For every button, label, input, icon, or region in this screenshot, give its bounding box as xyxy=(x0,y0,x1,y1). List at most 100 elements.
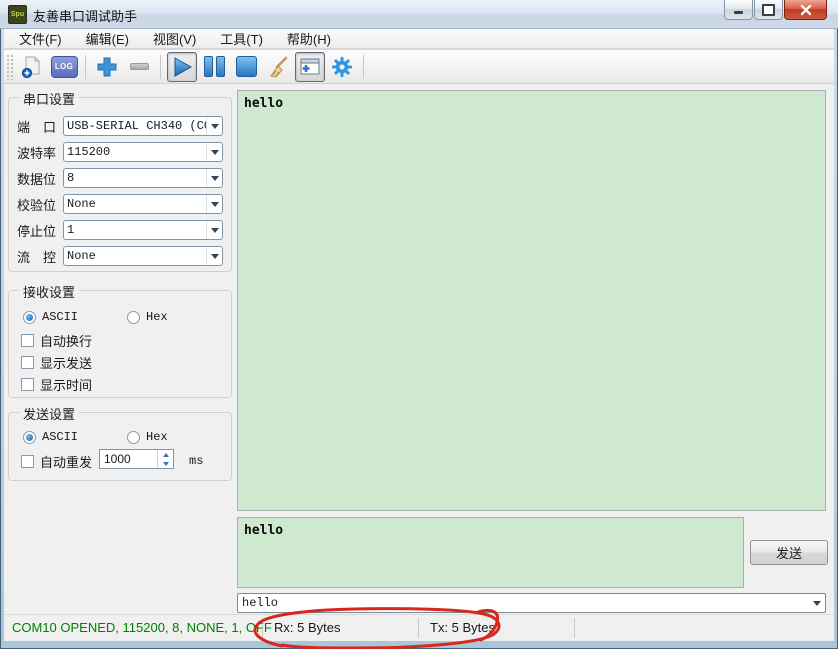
new-session-button[interactable] xyxy=(17,52,47,82)
stop-icon xyxy=(236,56,257,77)
pause-icon xyxy=(204,56,225,77)
stepper-buttons[interactable] xyxy=(157,450,173,468)
panel-plus-icon xyxy=(299,57,321,77)
status-divider xyxy=(418,618,419,638)
play-icon xyxy=(171,56,193,78)
chevron-down-icon[interactable] xyxy=(206,143,222,161)
receive-settings-group: 接收设置 ASCII Hex 自动换行 显示发送 显示时间 xyxy=(8,290,232,398)
menu-tools[interactable]: 工具(T) xyxy=(211,28,272,49)
maximize-icon xyxy=(762,4,775,16)
menu-edit[interactable]: 编辑(E) xyxy=(77,28,138,49)
toggle-panel-button[interactable] xyxy=(295,52,325,82)
gear-icon xyxy=(331,56,353,78)
settings-button[interactable] xyxy=(327,52,357,82)
auto-newline-checkbox[interactable] xyxy=(21,334,34,347)
show-send-label: 显示发送 xyxy=(40,353,92,372)
rx-hex-radio[interactable] xyxy=(127,311,140,324)
connection-status: COM10 OPENED, 115200, 8, NONE, 1, OFF xyxy=(12,620,272,635)
close-icon xyxy=(800,4,812,16)
toolbar-separator xyxy=(160,55,161,79)
receive-terminal[interactable]: hello xyxy=(237,90,826,511)
port-select[interactable]: USB-SERIAL CH340 (COM10 xyxy=(63,116,223,136)
step-up-icon[interactable] xyxy=(158,450,173,459)
tx-bytes-status: Tx: 5 Bytes xyxy=(430,620,495,635)
serial-settings-group: 串口设置 端 口 USB-SERIAL CH340 (COM10 波特率 115… xyxy=(8,97,232,272)
broom-icon xyxy=(266,55,290,79)
auto-newline-label: 自动换行 xyxy=(40,331,92,350)
auto-resend-checkbox[interactable] xyxy=(21,455,34,468)
rx-ascii-label: ASCII xyxy=(42,310,78,324)
app-icon: Spu xyxy=(8,5,27,24)
stop-button[interactable] xyxy=(231,52,261,82)
send-settings-title: 发送设置 xyxy=(19,404,79,423)
start-button[interactable] xyxy=(167,52,197,82)
receive-text: hello xyxy=(244,96,283,111)
pause-button[interactable] xyxy=(199,52,229,82)
chevron-down-icon[interactable] xyxy=(206,169,222,187)
stopbits-label: 停止位 xyxy=(17,221,63,240)
client-area: 串口设置 端 口 USB-SERIAL CH340 (COM10 波特率 115… xyxy=(4,84,834,641)
baudrate-label: 波特率 xyxy=(17,143,63,162)
remove-button[interactable] xyxy=(124,52,154,82)
clear-button[interactable] xyxy=(263,52,293,82)
send-text: hello xyxy=(244,523,283,538)
status-divider xyxy=(574,618,575,638)
tx-hex-radio[interactable] xyxy=(127,431,140,444)
plus-icon xyxy=(96,56,118,78)
ms-unit-label: ms xyxy=(189,454,203,468)
menu-help[interactable]: 帮助(H) xyxy=(278,28,340,49)
status-bar: COM10 OPENED, 115200, 8, NONE, 1, OFF Rx… xyxy=(4,614,834,641)
close-button[interactable] xyxy=(784,0,827,20)
flowcontrol-label: 流 控 xyxy=(17,247,63,266)
send-history-value[interactable]: hello xyxy=(238,596,809,610)
send-button[interactable]: 发送 xyxy=(750,540,828,565)
resend-interval-value[interactable]: 1000 xyxy=(100,450,157,468)
minimize-button[interactable] xyxy=(724,0,753,20)
chevron-down-icon[interactable] xyxy=(206,247,222,265)
menu-view[interactable]: 视图(V) xyxy=(144,28,205,49)
step-down-icon[interactable] xyxy=(158,459,173,468)
minimize-icon xyxy=(734,11,743,14)
databits-label: 数据位 xyxy=(17,169,63,188)
add-button[interactable] xyxy=(92,52,122,82)
toolbar-separator xyxy=(85,55,86,79)
log-icon: LOG xyxy=(51,56,78,78)
chevron-down-icon[interactable] xyxy=(206,221,222,239)
menu-file[interactable]: 文件(F) xyxy=(10,28,71,49)
chevron-down-icon[interactable] xyxy=(809,601,825,606)
show-send-checkbox[interactable] xyxy=(21,356,34,369)
rx-bytes-status: Rx: 5 Bytes xyxy=(274,620,340,635)
new-document-icon xyxy=(20,55,44,79)
send-history-combobox[interactable]: hello xyxy=(237,593,826,613)
send-settings-group: 发送设置 ASCII Hex 自动重发 1000 ms xyxy=(8,412,232,481)
resend-interval-stepper[interactable]: 1000 xyxy=(99,449,174,469)
port-label: 端 口 xyxy=(17,117,63,136)
show-time-checkbox[interactable] xyxy=(21,378,34,391)
window-title: 友善串口调试助手 xyxy=(33,6,137,25)
chevron-down-icon[interactable] xyxy=(206,195,222,213)
menu-bar: 文件(F) 编辑(E) 视图(V) 工具(T) 帮助(H) xyxy=(4,29,834,49)
baudrate-select[interactable]: 115200 xyxy=(63,142,223,162)
receive-settings-title: 接收设置 xyxy=(19,282,79,301)
app-window: Spu 友善串口调试助手 文件(F) 编辑(E) 视图(V) 工具(T) 帮助(… xyxy=(0,0,838,649)
maximize-button[interactable] xyxy=(754,0,783,20)
toolbar-separator xyxy=(363,55,364,79)
send-terminal[interactable]: hello xyxy=(237,517,744,588)
toolbar-grip[interactable] xyxy=(6,54,13,80)
tx-ascii-label: ASCII xyxy=(42,430,78,444)
databits-select[interactable]: 8 xyxy=(63,168,223,188)
stopbits-select[interactable]: 1 xyxy=(63,220,223,240)
status-divider xyxy=(262,618,263,638)
tx-hex-label: Hex xyxy=(146,430,168,444)
rx-ascii-radio[interactable] xyxy=(23,311,36,324)
rx-hex-label: Hex xyxy=(146,310,168,324)
chevron-down-icon[interactable] xyxy=(206,117,222,135)
log-button[interactable]: LOG xyxy=(49,52,79,82)
toolbar: LOG xyxy=(4,50,834,84)
title-bar[interactable]: Spu 友善串口调试助手 xyxy=(0,0,838,29)
serial-settings-title: 串口设置 xyxy=(19,89,79,108)
parity-select[interactable]: None xyxy=(63,194,223,214)
flowcontrol-select[interactable]: None xyxy=(63,246,223,266)
minus-icon xyxy=(130,63,149,70)
tx-ascii-radio[interactable] xyxy=(23,431,36,444)
